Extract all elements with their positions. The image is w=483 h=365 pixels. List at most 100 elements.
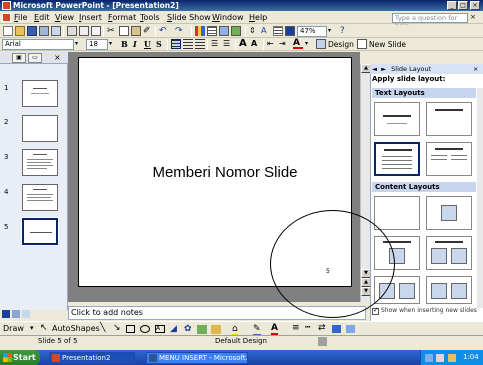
increase-indent-icon[interactable]: ⇥ — [279, 39, 289, 49]
menu-view[interactable]: View — [55, 13, 74, 22]
new-slide-icon[interactable] — [357, 39, 367, 49]
bold-button[interactable]: B — [121, 39, 128, 50]
menu-help[interactable]: Help — [249, 13, 267, 22]
chevron-down-icon[interactable]: ▾ — [75, 39, 85, 49]
diagram-icon[interactable]: ✿ — [184, 324, 192, 334]
paste-icon[interactable] — [131, 26, 141, 36]
insert-table-icon[interactable] — [207, 26, 217, 36]
clip-art-icon[interactable] — [197, 325, 207, 334]
show-formatting-icon[interactable]: A — [261, 26, 271, 36]
layout-two-column-text[interactable] — [426, 142, 472, 176]
layout-content[interactable] — [426, 196, 472, 230]
normal-view-icon[interactable] — [2, 310, 10, 318]
permission-icon[interactable] — [39, 26, 49, 36]
minimize-button[interactable]: _ — [447, 1, 457, 10]
layout-title-and-text[interactable] — [374, 142, 420, 176]
rectangle-icon[interactable] — [126, 325, 135, 333]
slide-title[interactable]: Memberi Nomor Slide — [130, 164, 320, 182]
color-grayscale-icon[interactable] — [285, 26, 295, 36]
font-color-icon[interactable]: A — [293, 39, 303, 49]
new-slide-button[interactable]: New Slide — [369, 39, 406, 50]
cut-icon[interactable]: ✂ — [107, 26, 117, 36]
forward-icon[interactable]: ► — [381, 65, 386, 73]
undo-icon[interactable]: ↶ — [159, 26, 169, 36]
email-icon[interactable] — [51, 26, 61, 36]
expand-all-icon[interactable]: ⇕ — [249, 26, 259, 36]
align-left-icon[interactable] — [171, 39, 181, 49]
insert-chart-icon[interactable] — [195, 26, 205, 36]
layout-title-only[interactable] — [426, 102, 472, 136]
copy-icon[interactable] — [119, 26, 129, 36]
decrease-indent-icon[interactable]: ⇤ — [267, 39, 277, 49]
print-icon[interactable] — [67, 26, 77, 36]
underline-button[interactable]: U — [144, 39, 151, 50]
menu-format[interactable]: Format — [108, 13, 136, 22]
slide-show-icon[interactable] — [22, 310, 30, 318]
slide-thumbnail-3[interactable] — [22, 149, 58, 176]
slide-thumbnail-2[interactable] — [22, 115, 58, 142]
volume-icon[interactable] — [436, 354, 444, 362]
task-pane-title[interactable]: Slide Layout — [391, 65, 431, 73]
line-style-icon[interactable]: ≡ — [292, 323, 300, 333]
powerpoint-app-icon[interactable] — [2, 1, 11, 10]
font-color-draw-icon[interactable]: A — [271, 323, 278, 335]
maximize-button[interactable]: □ — [458, 1, 468, 10]
italic-button[interactable]: I — [133, 39, 137, 50]
layout-title-and-two-content[interactable] — [426, 236, 472, 270]
shadow-button[interactable]: S — [156, 39, 162, 50]
shadow-style-icon[interactable] — [332, 325, 341, 333]
clock[interactable]: 1:04 — [463, 350, 479, 365]
chevron-down-icon[interactable]: ▾ — [328, 26, 338, 36]
oval-icon[interactable] — [140, 325, 150, 333]
bullets-icon[interactable]: ☰ — [223, 39, 233, 49]
insert-diagram-icon[interactable] — [231, 26, 241, 36]
align-center-icon[interactable] — [183, 39, 193, 49]
layout-blank[interactable] — [374, 196, 420, 230]
chevron-down-icon[interactable]: ▾ — [109, 39, 119, 49]
format-painter-icon[interactable]: ✐ — [143, 26, 153, 36]
slide-thumbnail-5[interactable] — [21, 217, 59, 246]
taskbar-item-word[interactable]: MENU INSERT - Microsoft... — [146, 352, 248, 364]
wordart-icon[interactable]: ◢ — [170, 324, 177, 334]
3d-style-icon[interactable] — [346, 325, 355, 333]
arrow-icon[interactable]: ↘ — [113, 323, 121, 333]
line-icon[interactable]: ╲ — [100, 323, 105, 333]
menu-slide-show[interactable]: Slide Show — [167, 13, 211, 22]
chevron-down-icon[interactable]: ▾ — [305, 39, 315, 49]
layout-four-content[interactable] — [426, 276, 472, 304]
shield-icon[interactable] — [448, 354, 456, 362]
open-folder-icon[interactable] — [15, 26, 25, 36]
start-button[interactable]: Start — [0, 350, 40, 365]
close-task-pane-button[interactable]: × — [473, 64, 478, 74]
draw-menu-button[interactable]: Draw — [3, 324, 24, 333]
show-grid-icon[interactable] — [273, 26, 283, 36]
align-right-icon[interactable] — [195, 39, 205, 49]
help-question-input[interactable]: Type a question for help — [392, 13, 468, 30]
slide-sorter-icon[interactable] — [12, 310, 20, 318]
tables-borders-icon[interactable] — [219, 26, 229, 36]
print-preview-icon[interactable] — [79, 26, 89, 36]
menu-insert[interactable]: Insert — [79, 13, 102, 22]
decrease-font-icon[interactable]: A — [251, 39, 261, 49]
redo-icon[interactable]: ↷ — [175, 26, 185, 36]
close-pane-button[interactable]: × — [54, 53, 61, 62]
spelling-icon[interactable] — [91, 26, 101, 36]
dash-style-icon[interactable]: ┅ — [305, 323, 310, 333]
menu-edit[interactable]: Edit — [34, 13, 50, 22]
taskbar-item-presentation2[interactable]: Presentation2 — [49, 352, 135, 364]
new-file-icon[interactable] — [3, 26, 13, 36]
slide-design-icon[interactable] — [316, 39, 326, 49]
back-icon[interactable]: ◄ — [372, 65, 377, 73]
menu-tools[interactable]: Tools — [140, 13, 160, 22]
menu-window[interactable]: Window — [212, 13, 244, 22]
zoom-dropdown[interactable]: 47% — [297, 26, 327, 37]
select-objects-icon[interactable]: ↖ — [40, 323, 48, 333]
show-when-inserting-checkbox[interactable]: ✓ — [372, 306, 379, 315]
document-icon[interactable] — [2, 13, 11, 22]
slide-thumbnail-1[interactable] — [22, 80, 58, 107]
font-name-dropdown[interactable]: Arial — [2, 39, 74, 50]
tab-slides[interactable]: ▣ — [12, 53, 26, 63]
close-document-button[interactable]: × — [470, 13, 476, 21]
layout-title-slide[interactable] — [374, 102, 420, 136]
close-button[interactable]: × — [470, 1, 480, 10]
